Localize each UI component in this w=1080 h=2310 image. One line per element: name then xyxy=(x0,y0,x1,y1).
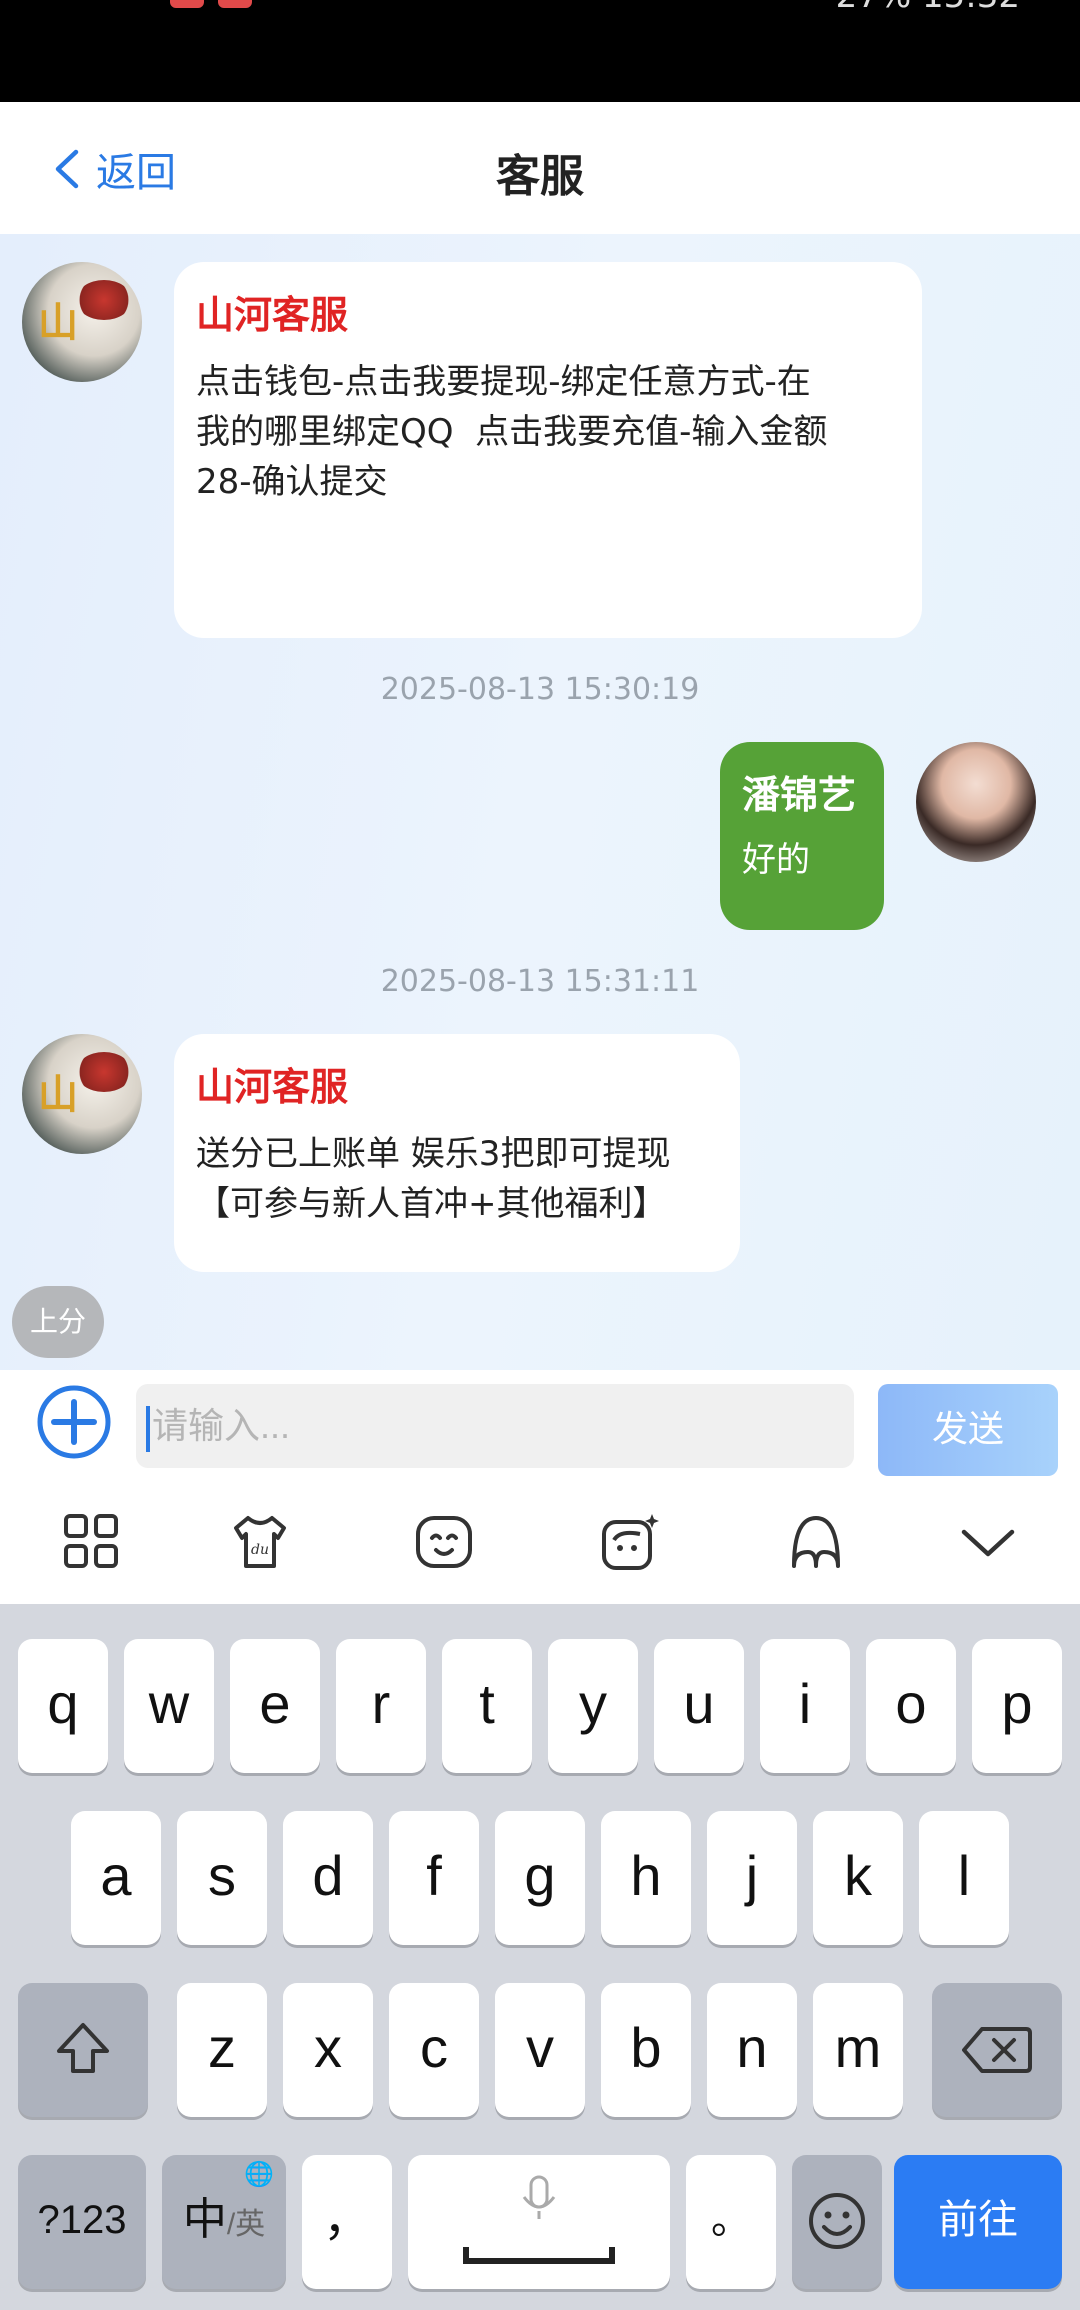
key-y[interactable]: y xyxy=(548,1639,638,1773)
status-battery-time: 27% 15:32 xyxy=(836,0,1020,16)
message-bubble: 山河客服 点击钱包-点击我要提现-绑定任意方式-在 我的哪里绑定QQ 点击我要充… xyxy=(174,262,922,638)
comma-key[interactable]: ， xyxy=(302,2155,392,2289)
key-r[interactable]: r xyxy=(336,1639,426,1773)
topup-button[interactable]: 上分 xyxy=(12,1286,104,1358)
microphone-icon xyxy=(463,2175,615,2264)
key-d[interactable]: d xyxy=(283,1811,373,1945)
status-icons xyxy=(170,0,252,8)
keyboard: du q w e r t y u i o p a s d f g h j k l xyxy=(0,1476,1080,2310)
go-enter-key[interactable]: 前往 xyxy=(894,2155,1062,2289)
key-v[interactable]: v xyxy=(495,1983,585,2117)
backspace-key[interactable] xyxy=(932,1983,1062,2117)
key-o[interactable]: o xyxy=(866,1639,956,1773)
key-i[interactable]: i xyxy=(760,1639,850,1773)
sticker-face-icon[interactable] xyxy=(600,1512,660,1572)
message-text: 好的 xyxy=(742,840,810,880)
message-sender: 潘锦艺 xyxy=(742,773,857,817)
key-a[interactable]: a xyxy=(71,1811,161,1945)
language-key[interactable]: 🌐 中/英 xyxy=(162,2155,286,2289)
message-bubble: 山河客服 送分已上账单 娱乐3把即可提现 【可参与新人首冲+其他福利】 xyxy=(174,1034,740,1272)
language-key-sub: /英 xyxy=(226,2208,266,2241)
message-text: 点击钱包-点击我要提现-绑定任意方式-在 我的哪里绑定QQ 点击我要充值-输入金… xyxy=(196,362,828,502)
key-b[interactable]: b xyxy=(601,1983,691,2117)
message-sender: 山河客服 xyxy=(196,1065,349,1109)
support-avatar[interactable]: 山 xyxy=(22,1034,142,1154)
key-x[interactable]: x xyxy=(283,1983,373,2117)
period-key[interactable]: 。 xyxy=(686,2155,776,2289)
message-sender: 山河客服 xyxy=(196,293,349,337)
message-input[interactable] xyxy=(136,1384,854,1468)
key-e[interactable]: e xyxy=(230,1639,320,1773)
key-w[interactable]: w xyxy=(124,1639,214,1773)
message-bubble: 潘锦艺 好的 xyxy=(720,742,884,930)
space-key[interactable] xyxy=(408,2155,670,2289)
key-l[interactable]: l xyxy=(919,1811,1009,1945)
header: 返回 客服 xyxy=(0,102,1080,234)
key-c[interactable]: c xyxy=(389,1983,479,2117)
key-q[interactable]: q xyxy=(18,1639,108,1773)
tshirt-skin-icon[interactable]: du xyxy=(230,1512,290,1572)
key-f[interactable]: f xyxy=(389,1811,479,1945)
emoji-face-icon[interactable] xyxy=(414,1512,474,1572)
emoji-smile-icon xyxy=(809,2193,865,2249)
text-caret xyxy=(146,1406,150,1452)
message-timestamp: 2025-08-13 15:30:19 xyxy=(380,672,700,707)
key-s[interactable]: s xyxy=(177,1811,267,1945)
shift-key[interactable] xyxy=(18,1983,148,2117)
key-k[interactable]: k xyxy=(813,1811,903,1945)
notification-icon xyxy=(170,0,204,8)
plus-circle-icon[interactable] xyxy=(36,1384,112,1460)
page-title: 客服 xyxy=(496,151,584,202)
key-u[interactable]: u xyxy=(654,1639,744,1773)
message-timestamp: 2025-08-13 15:31:11 xyxy=(380,964,700,999)
key-g[interactable]: g xyxy=(495,1811,585,1945)
send-button[interactable]: 发送 xyxy=(878,1384,1058,1476)
keyboard-toolbar: du xyxy=(0,1476,1080,1604)
emoji-key[interactable] xyxy=(792,2155,882,2289)
notification-icon xyxy=(218,0,252,8)
numbers-key[interactable]: ?123 xyxy=(18,2155,146,2289)
globe-icon: 🌐 xyxy=(244,2161,274,2188)
apps-grid-icon[interactable] xyxy=(62,1512,122,1572)
handwriting-icon[interactable] xyxy=(786,1512,846,1572)
key-p[interactable]: p xyxy=(972,1639,1062,1773)
user-avatar[interactable] xyxy=(916,742,1036,862)
message-text: 送分已上账单 娱乐3把即可提现 【可参与新人首冲+其他福利】 xyxy=(196,1134,671,1224)
key-m[interactable]: m xyxy=(813,1983,903,2117)
svg-text:du: du xyxy=(251,1542,269,1558)
chat-area[interactable]: 山 山河客服 点击钱包-点击我要提现-绑定任意方式-在 我的哪里绑定QQ 点击我… xyxy=(0,234,1080,1370)
key-h[interactable]: h xyxy=(601,1811,691,1945)
input-bar: 发送 xyxy=(0,1370,1080,1476)
collapse-chevron-icon[interactable] xyxy=(958,1512,1018,1572)
language-key-main: 中 xyxy=(182,2195,227,2244)
status-bar: 27% 15:32 xyxy=(0,0,1080,102)
backspace-icon xyxy=(962,2027,1032,2073)
support-avatar[interactable]: 山 xyxy=(22,262,142,382)
key-n[interactable]: n xyxy=(707,1983,797,2117)
shift-arrow-icon xyxy=(57,2023,109,2073)
key-z[interactable]: z xyxy=(177,1983,267,2117)
key-t[interactable]: t xyxy=(442,1639,532,1773)
key-j[interactable]: j xyxy=(707,1811,797,1945)
